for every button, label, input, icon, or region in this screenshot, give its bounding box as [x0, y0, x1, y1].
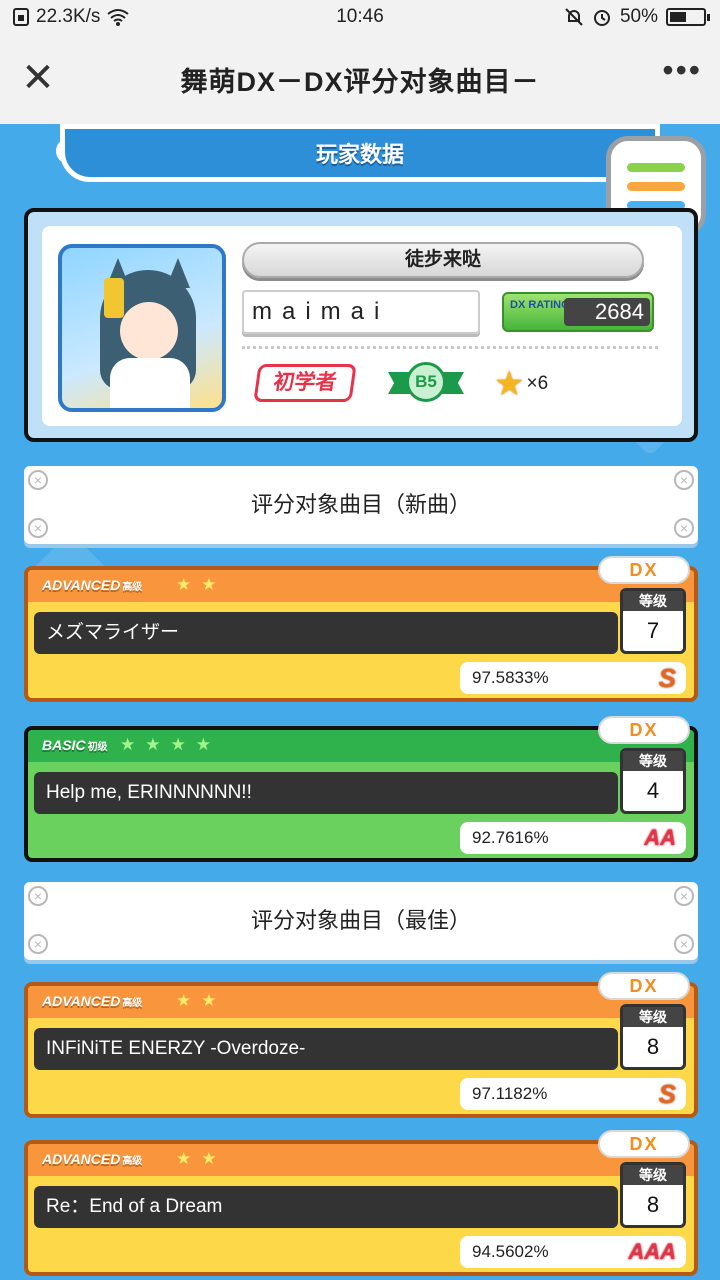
section-header-new: × × × × 评分对象曲目（新曲）	[24, 466, 698, 544]
dx-type-tag: DX	[598, 556, 690, 584]
dx-type-tag: DX	[598, 972, 690, 1000]
score-bar: 97.1182% S	[460, 1078, 686, 1110]
close-icon: ×	[674, 886, 694, 906]
close-icon: ×	[674, 934, 694, 954]
level-box: 等级 8	[620, 1004, 686, 1070]
section-title: 评分对象曲目（新曲）	[250, 492, 471, 517]
grade-medal: B5	[406, 362, 446, 402]
level-box: 等级 8	[620, 1162, 686, 1228]
player-data-banner: 玩家数据	[60, 124, 660, 182]
player-card-inner: 徒步来哒 maimai DX RATING 2684 初学者 B5 ★ ×6	[42, 226, 682, 426]
close-icon: ×	[674, 470, 694, 490]
song-title: INFiNiTE ENERZY -Overdoze-	[34, 1028, 618, 1070]
level-box: 等级 4	[620, 748, 686, 814]
rank-badge: S	[658, 1079, 676, 1109]
song-title: Help me, ERINNNNNN!!	[34, 772, 618, 814]
section-title: 评分对象曲目（最佳）	[250, 908, 471, 933]
status-bar: 22.3K/s 10:46 50%	[0, 0, 720, 36]
battery-icon	[666, 8, 710, 26]
avatar-body	[110, 358, 190, 408]
avatar	[58, 244, 226, 412]
star-icon: ★	[494, 365, 525, 403]
level-label: 等级	[623, 751, 683, 771]
avatar-face	[120, 302, 178, 360]
song-card-header: ADVANCED 高级 ★★	[28, 986, 694, 1018]
song-card[interactable]: BASIC 初级 ★★★★ DX Help me, ERINNNNNN!! 等级 …	[24, 716, 698, 862]
score-bar: 94.5602% AAA	[460, 1236, 686, 1268]
level-value: 8	[646, 1192, 660, 1217]
difficulty-label: ADVANCED 高级	[42, 577, 143, 593]
menu-bar-orange	[627, 181, 685, 191]
song-card[interactable]: ADVANCED 高级 ★★ DX INFiNiTE ENERZY -Overdo…	[24, 972, 698, 1118]
score-value: 92.7616%	[472, 828, 549, 847]
level-label: 等级	[623, 591, 683, 611]
more-icon[interactable]: •••	[662, 52, 702, 89]
song-card-header: BASIC 初级 ★★★★	[28, 730, 694, 762]
close-icon: ×	[28, 934, 48, 954]
difficulty-stars: ★★	[176, 575, 227, 594]
song-card[interactable]: ADVANCED 高级 ★★ DX Re：End of a Dream 等级 8 …	[24, 1130, 698, 1276]
score-value: 94.5602%	[472, 1242, 549, 1261]
difficulty-label: ADVANCED 高级	[42, 1151, 143, 1167]
close-icon[interactable]: ✕	[18, 58, 58, 98]
battery-fill	[670, 12, 686, 22]
score-bar: 97.5833% S	[460, 662, 686, 694]
song-card[interactable]: ADVANCED 高级 ★★ DX メズマライザー 等级 7 97.5833% S	[24, 556, 698, 702]
song-card-header: ADVANCED 高级 ★★	[28, 1144, 694, 1176]
difficulty-stars: ★★★★	[120, 735, 221, 754]
page-title: 舞萌DX－DX评分对象曲目－	[180, 67, 540, 97]
rank-badge: AA	[644, 825, 676, 850]
song-title: メズマライザー	[34, 612, 618, 654]
dx-type-tag: DX	[598, 716, 690, 744]
section-header-best: × × × × 评分对象曲目（最佳）	[24, 882, 698, 960]
level-value: 8	[646, 1034, 660, 1059]
level-value: 4	[646, 778, 660, 803]
difficulty-stars: ★★	[176, 1149, 227, 1168]
score-value: 97.5833%	[472, 668, 549, 687]
menu-bar-green	[627, 162, 685, 172]
banner-title: 玩家数据	[315, 142, 404, 167]
difficulty-label: BASIC 初级	[42, 737, 108, 753]
song-title: Re：End of a Dream	[34, 1186, 618, 1228]
player-card: 徒步来哒 maimai DX RATING 2684 初学者 B5 ★ ×6	[24, 208, 698, 442]
close-icon: ×	[28, 886, 48, 906]
battery-percent: 50%	[619, 6, 658, 27]
dx-type-tag: DX	[598, 1130, 690, 1158]
close-icon: ×	[28, 470, 48, 490]
difficulty-label: ADVANCED 高级	[42, 993, 143, 1009]
dx-rating-label: DX RATING	[510, 299, 570, 311]
player-name: maimai	[242, 290, 480, 334]
class-badge: 初学者	[253, 364, 357, 402]
bell-muted-icon	[565, 8, 583, 26]
star-count: ★ ×6	[494, 364, 548, 404]
title-plate: 徒步来哒	[242, 242, 644, 278]
status-right: 50%	[564, 6, 710, 28]
title-bar: ✕ 舞萌DX－DX评分对象曲目－ •••	[0, 36, 720, 124]
level-label: 等级	[623, 1165, 683, 1185]
rank-badge: AAA	[628, 1239, 676, 1264]
grade-badge: B5	[388, 362, 464, 404]
rank-badge: S	[658, 663, 676, 693]
level-label: 等级	[623, 1007, 683, 1027]
score-bar: 92.7616% AA	[460, 822, 686, 854]
difficulty-stars: ★★	[176, 991, 227, 1010]
level-value: 7	[646, 618, 660, 643]
level-box: 等级 7	[620, 588, 686, 654]
score-value: 97.1182%	[472, 1084, 548, 1103]
dx-rating-value: 2684	[564, 298, 650, 326]
dx-rating: DX RATING 2684	[502, 292, 654, 332]
close-icon: ×	[674, 518, 694, 538]
song-card-header: ADVANCED 高级 ★★	[28, 570, 694, 602]
alarm-icon	[593, 10, 610, 26]
divider	[242, 346, 658, 349]
avatar-bow	[104, 278, 124, 318]
main-content[interactable]: 玩家数据 徒步来哒 maimai DX RATING 2684 初学者 B5 ★…	[0, 124, 720, 1280]
close-icon: ×	[28, 518, 48, 538]
star-count-value: ×6	[526, 373, 549, 394]
